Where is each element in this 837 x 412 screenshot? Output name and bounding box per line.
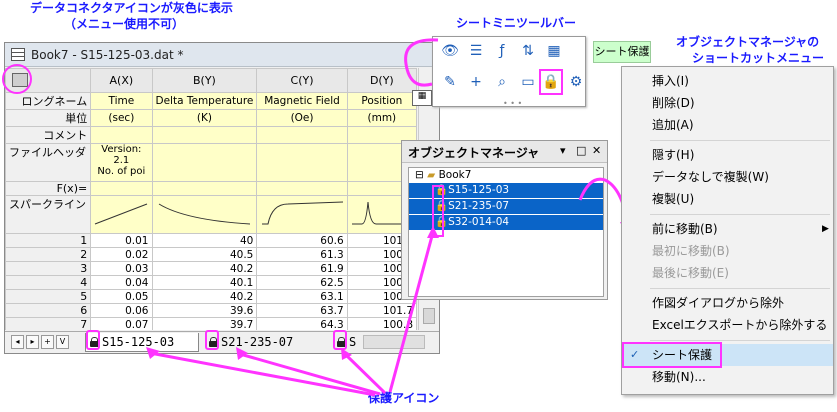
menu-add[interactable]: 追加(A) — [622, 114, 833, 136]
menu-move[interactable]: 移動(N)... — [622, 366, 833, 388]
menu-move-last: 最後に移動(E) — [652, 266, 729, 280]
menu-hide[interactable]: 隠す(H) — [622, 144, 833, 166]
menu-exclude-excel-export[interactable]: Excelエクスポートから除外する — [622, 314, 833, 336]
menu-duplicate-no-data[interactable]: データなしで複製(W) — [622, 166, 833, 188]
menu-separator — [650, 214, 830, 215]
submenu-arrow-icon: ▶ — [822, 224, 829, 234]
menu-separator — [650, 340, 830, 341]
highlight-sheet-protect — [622, 342, 722, 368]
menu-separator — [650, 288, 830, 289]
menu-insert[interactable]: 挿入(I) — [622, 70, 833, 92]
menu-delete[interactable]: 削除(D) — [622, 92, 833, 114]
menu-separator — [650, 140, 830, 141]
menu-exclude-plot-dialog[interactable]: 作図ダイアログから除外 — [622, 292, 833, 314]
menu-move-first: 最初に移動(B) — [652, 244, 730, 258]
menu-move-forward[interactable]: 前に移動(B) — [622, 218, 833, 240]
menu-duplicate[interactable]: 複製(U) — [622, 188, 833, 210]
